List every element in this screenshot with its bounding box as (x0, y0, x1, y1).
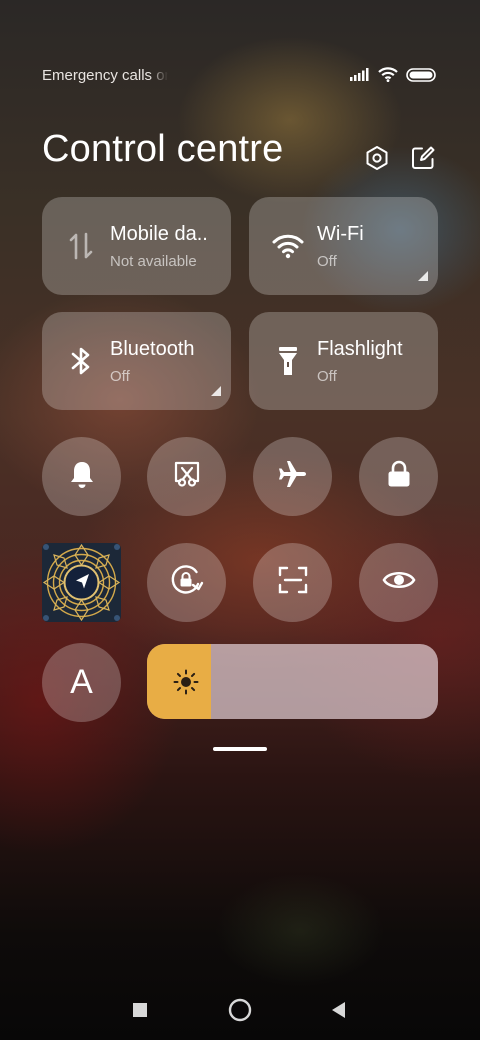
back-triangle-icon (330, 1001, 346, 1024)
back-button[interactable] (316, 990, 360, 1034)
wifi-icon (271, 229, 305, 263)
battery-icon (406, 67, 436, 87)
navigation-bar (0, 990, 480, 1034)
tile-label: Mobile da.. (110, 223, 208, 245)
tile-flashlight[interactable]: Flashlight Off (249, 312, 438, 410)
tile-wifi[interactable]: Wi-Fi Off (249, 197, 438, 295)
wifi-icon (378, 67, 398, 87)
screen-cast-icon (172, 459, 202, 494)
tile-state: Not available (110, 253, 197, 270)
expand-corner-icon[interactable] (418, 271, 428, 281)
tile-label: Wi-Fi (317, 223, 364, 245)
tile-bluetooth[interactable]: Bluetooth Off (42, 312, 231, 410)
tile-state: Off (317, 253, 337, 270)
tile-mobile-data[interactable]: Mobile da.. Not available (42, 197, 231, 295)
bell-icon (68, 459, 96, 494)
screenshot-toggle[interactable] (147, 437, 226, 516)
edit-button[interactable] (408, 145, 438, 175)
status-bar: Emergency calls only (42, 67, 442, 87)
recents-button[interactable] (118, 990, 162, 1034)
signal-icon (350, 68, 370, 86)
expand-corner-icon[interactable] (211, 386, 221, 396)
rotation-lock-toggle[interactable] (147, 543, 226, 622)
flashlight-icon (271, 344, 305, 378)
font-size-toggle[interactable]: A (42, 643, 121, 722)
font-label: A (70, 663, 93, 701)
airplane-mode-toggle[interactable] (253, 437, 332, 516)
home-circle-icon (228, 998, 252, 1027)
sun-icon (173, 669, 199, 700)
scan-icon (277, 565, 309, 600)
tile-state: Off (317, 368, 337, 385)
tile-label: Bluetooth (110, 338, 195, 360)
recents-square-icon (132, 1002, 148, 1023)
settings-icon (364, 145, 390, 176)
reading-mode-toggle[interactable] (359, 543, 438, 622)
navigation-app-tile[interactable] (42, 543, 121, 622)
tile-state: Off (110, 368, 130, 385)
status-icons (350, 67, 436, 87)
home-button[interactable] (218, 990, 262, 1034)
settings-button[interactable] (362, 145, 392, 175)
tile-label: Flashlight (317, 338, 403, 360)
airplane-icon (277, 458, 309, 495)
rotation-lock-icon (169, 563, 205, 602)
scanner-toggle[interactable] (253, 543, 332, 622)
eye-icon (382, 568, 416, 597)
page-title: Control centre (42, 128, 284, 170)
drag-handle[interactable] (213, 747, 267, 751)
carrier-text: Emergency calls only (42, 67, 168, 84)
edit-icon (410, 145, 436, 176)
bluetooth-icon (64, 344, 98, 378)
navigation-app-icon (42, 543, 121, 622)
lock-screen-toggle[interactable] (359, 437, 438, 516)
silent-toggle[interactable] (42, 437, 121, 516)
mobile-data-icon (64, 229, 98, 263)
brightness-slider[interactable] (147, 644, 438, 719)
lock-icon (385, 459, 413, 494)
